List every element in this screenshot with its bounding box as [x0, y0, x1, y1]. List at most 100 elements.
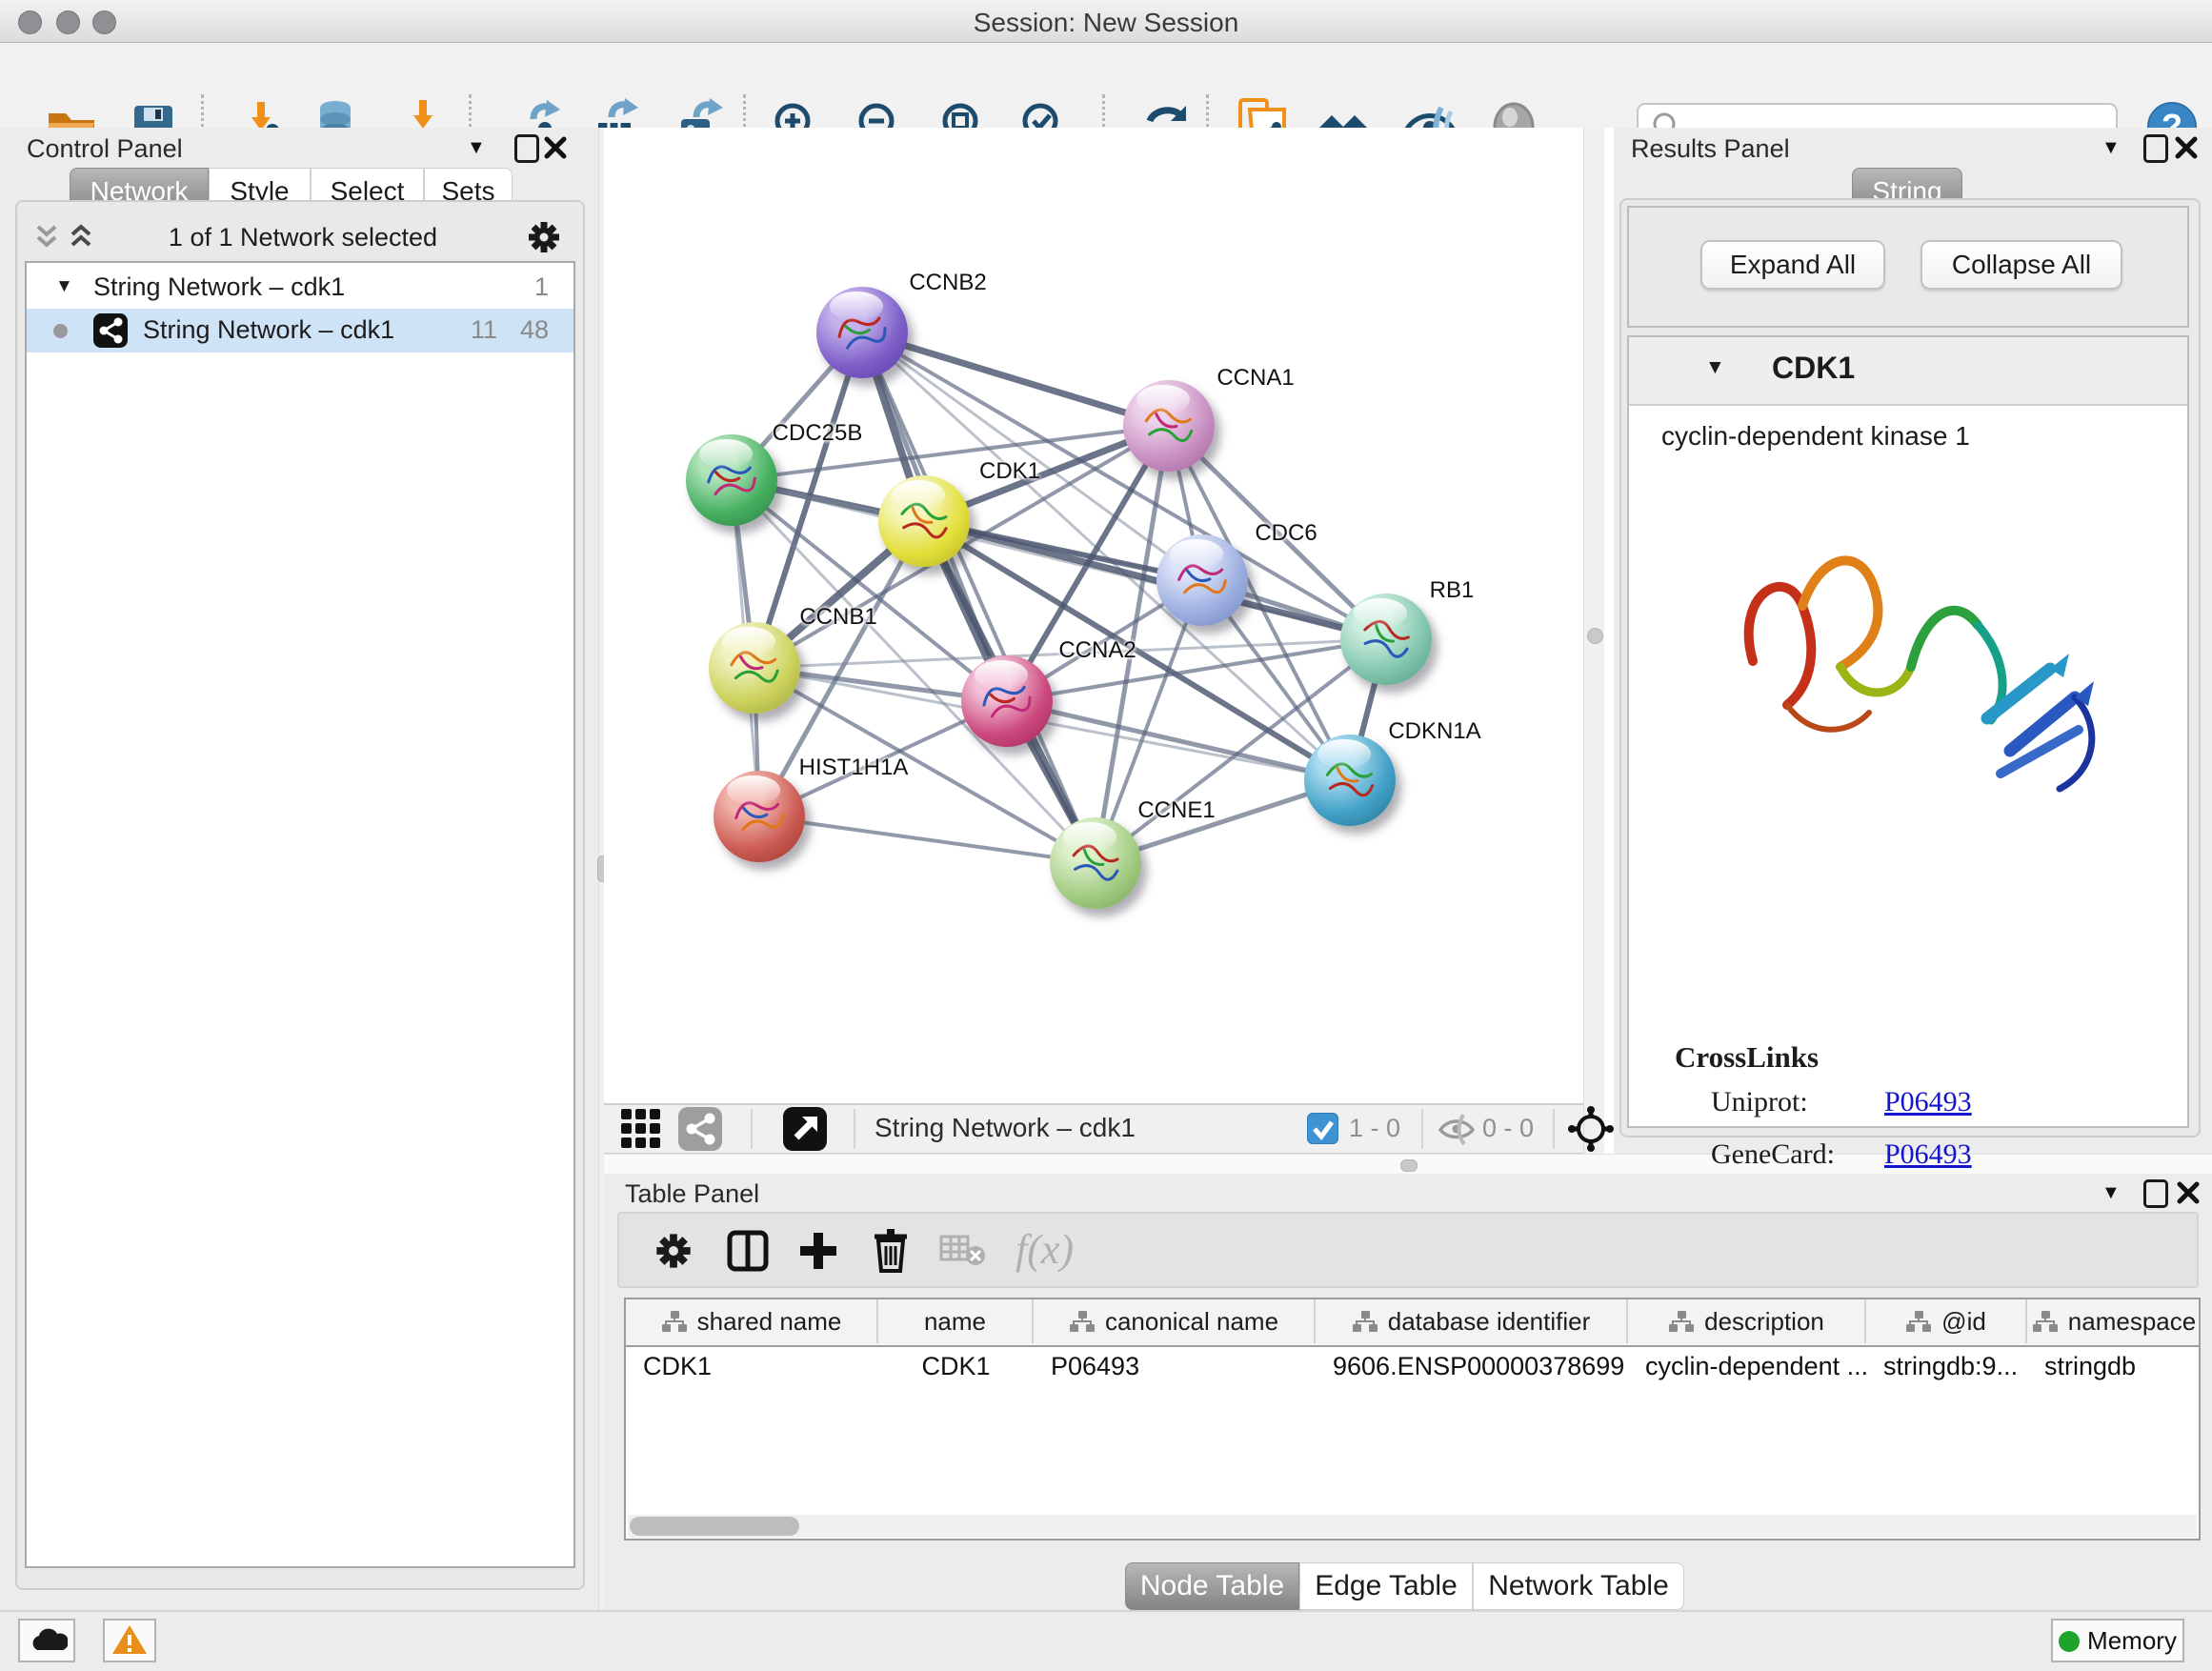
crosslink-value-link[interactable]: P06493 [1884, 1086, 1972, 1118]
column-header--id[interactable]: @id [1866, 1299, 2027, 1343]
table-cell[interactable]: CDK1 [626, 1345, 878, 1387]
tab-edge-table[interactable]: Edge Table [1299, 1562, 1473, 1610]
node-label-ccna2: CCNA2 [1058, 637, 1136, 664]
panel-float-icon[interactable] [2143, 134, 2168, 163]
node-table: shared name name canonical name database … [624, 1298, 2201, 1540]
node-label-rb1: RB1 [1430, 577, 1475, 604]
table-cell[interactable]: CDK1 [878, 1345, 1034, 1387]
node-gloss [1317, 739, 1371, 769]
crosslink-label: GeneCard: [1711, 1138, 1835, 1171]
collection-count: 1 [534, 272, 549, 302]
gene-name: CDK1 [1772, 351, 1855, 386]
table-cell[interactable]: P06493 [1034, 1345, 1316, 1387]
tab-network-table[interactable]: Network Table [1473, 1562, 1684, 1610]
main-toolbar: ? [0, 43, 2212, 130]
network-name-label: String Network – cdk1 [143, 315, 394, 345]
right-splitter[interactable] [1583, 128, 1606, 1154]
selected-count-label: 1 - 0 [1349, 1114, 1400, 1143]
table-cell[interactable]: stringdb:9... [1866, 1345, 2027, 1387]
results-container: Expand All Collapse All ▼ CDK1 cyclin-de… [1619, 198, 2201, 1137]
node-label-ccna1: CCNA1 [1217, 365, 1294, 392]
column-label: database identifier [1388, 1307, 1590, 1337]
panel-float-icon[interactable] [2143, 1179, 2168, 1208]
column-label: canonical name [1105, 1307, 1278, 1337]
network-node-rb1[interactable] [1340, 594, 1432, 685]
panel-float-icon[interactable] [514, 134, 539, 163]
selected-nodes-checkbox[interactable] [1307, 1113, 1338, 1144]
column-label: @id [1941, 1307, 1986, 1337]
application-window: Session: New Session [0, 0, 2212, 1671]
edge-count: 48 [520, 315, 549, 345]
column-header-name[interactable]: name [878, 1299, 1034, 1343]
column-label: name [924, 1307, 986, 1337]
network-options-gear-icon[interactable] [526, 219, 562, 255]
column-tree-icon [661, 1309, 688, 1334]
panel-close-icon[interactable] [2176, 1180, 2201, 1205]
table-gear-icon[interactable] [654, 1231, 694, 1271]
network-tree-selected-row[interactable]: String Network – cdk1 11 48 [27, 309, 573, 352]
checkmark-icon [1308, 1114, 1337, 1143]
network-node-hist1h1a[interactable] [714, 771, 805, 862]
column-header-shared-name[interactable]: shared name [626, 1299, 878, 1343]
network-edges [604, 128, 1583, 1103]
node-count: 11 [471, 315, 497, 345]
network-node-cdkn1a[interactable] [1304, 735, 1396, 826]
node-gloss [699, 439, 753, 469]
network-node-ccnb2[interactable] [816, 287, 908, 378]
scrollbar-thumb[interactable] [630, 1517, 799, 1536]
horizontal-splitter-handle[interactable] [1400, 1159, 1418, 1172]
toolbar-separator [854, 1109, 855, 1149]
network-node-ccne1[interactable] [1050, 817, 1141, 909]
gene-header[interactable]: ▼ CDK1 [1629, 337, 2187, 406]
table-cell[interactable]: 9606.ENSP00000378699 [1316, 1345, 1628, 1387]
network-node-ccna1[interactable] [1123, 380, 1215, 472]
network-node-cdc25b[interactable] [686, 434, 777, 526]
table-header-row: shared name name canonical name database … [626, 1299, 2199, 1347]
table-cell[interactable]: cyclin-dependent ... [1628, 1345, 1866, 1387]
panel-close-icon[interactable] [543, 135, 568, 160]
column-header-description[interactable]: description [1628, 1299, 1866, 1343]
collapse-all-button[interactable]: Collapse All [1920, 240, 2122, 290]
column-tree-icon [2032, 1309, 2059, 1334]
network-node-cdk1[interactable] [878, 475, 970, 567]
results-buttons-section: Expand All Collapse All [1627, 206, 2189, 328]
column-header-canonical-name[interactable]: canonical name [1034, 1299, 1316, 1343]
network-node-cdc6[interactable] [1156, 534, 1248, 626]
warnings-button[interactable] [103, 1619, 156, 1662]
panel-close-icon[interactable] [2174, 135, 2199, 160]
crosslink-value-link[interactable]: P06493 [1884, 1138, 1972, 1171]
panel-menu-icon[interactable]: ▼ [2101, 1182, 2121, 1204]
window-titlebar: Session: New Session [0, 0, 2212, 43]
grid-view-icon[interactable] [619, 1107, 663, 1151]
node-label-ccnb2: CCNB2 [909, 270, 986, 296]
delete-column-icon[interactable] [869, 1227, 913, 1273]
cloud-button[interactable] [18, 1619, 75, 1662]
collapse-all-chevrons-icon[interactable] [32, 223, 61, 252]
expand-all-button[interactable]: Expand All [1700, 240, 1885, 290]
network-tree-root-row[interactable]: ▼ String Network – cdk1 1 [27, 269, 573, 309]
memory-button[interactable]: Memory [2051, 1619, 2184, 1662]
panel-menu-icon[interactable]: ▼ [2101, 137, 2121, 159]
add-column-icon[interactable] [796, 1229, 840, 1273]
column-header-namespace[interactable]: namespace [2027, 1299, 2201, 1343]
pan-crosshair-icon[interactable] [1568, 1106, 1614, 1152]
network-canvas[interactable]: CCNB2 CCNA1 CDC25B CDK1 CDC6 R [604, 128, 1583, 1103]
table-toolbar: f(x) [617, 1212, 2199, 1288]
network-share-icon[interactable] [678, 1107, 722, 1151]
panel-menu-icon[interactable]: ▼ [467, 137, 486, 159]
column-header-database-identifier[interactable]: database identifier [1316, 1299, 1628, 1343]
collapse-gene-icon[interactable]: ▼ [1705, 356, 1725, 379]
network-node-ccna2[interactable] [961, 655, 1053, 747]
network-view-toolbar: String Network – cdk1 1 - 0 0 - 0 [604, 1103, 1583, 1155]
results-panel-title: Results Panel [1631, 134, 1790, 164]
table-cell[interactable]: stringdb [2027, 1345, 2201, 1387]
tree-expander-icon[interactable]: ▼ [55, 276, 73, 297]
tab-node-table[interactable]: Node Table [1125, 1562, 1299, 1610]
expand-all-chevrons-icon[interactable] [67, 223, 95, 252]
right-splitter-handle[interactable] [1587, 628, 1603, 644]
network-node-ccnb1[interactable] [709, 622, 800, 714]
toolbar-separator [751, 1109, 753, 1149]
table-horizontal-scrollbar[interactable] [628, 1515, 2197, 1538]
open-in-new-window-icon[interactable] [783, 1107, 827, 1151]
show-columns-icon[interactable] [726, 1229, 770, 1273]
